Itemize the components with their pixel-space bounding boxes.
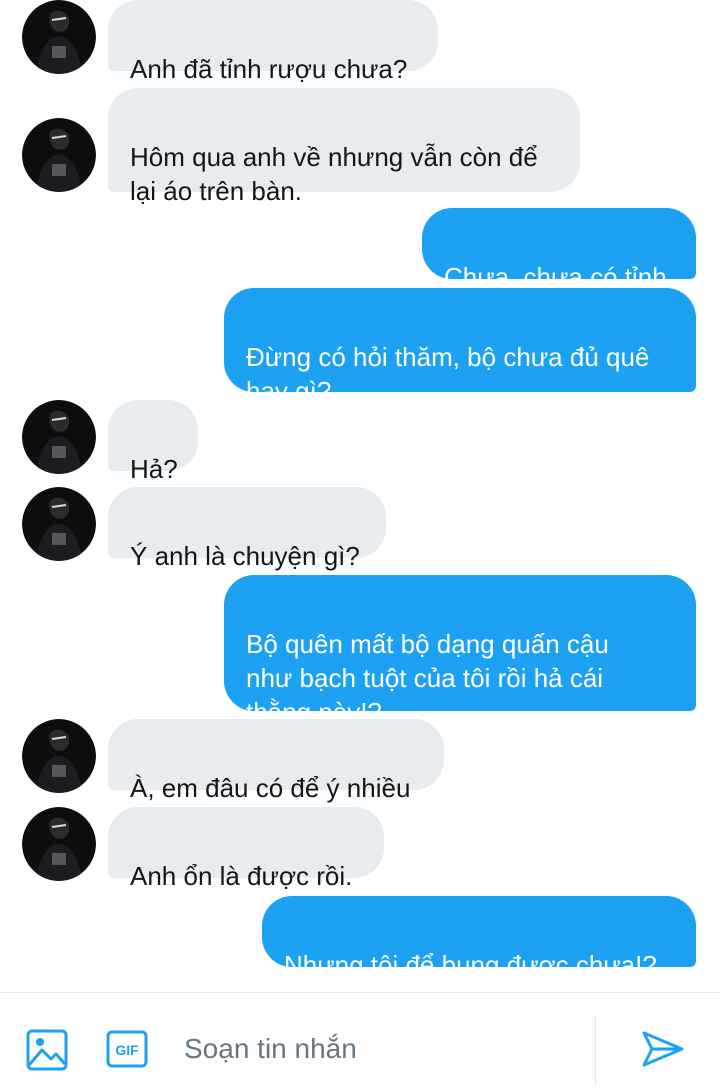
- message-text: Anh đã tỉnh rượu chưa?: [130, 54, 408, 84]
- send-icon[interactable]: [640, 1029, 686, 1069]
- message-text: Hả?: [130, 454, 178, 484]
- message-text: Bộ quên mất bộ dạng quấn cậu như bạch tu…: [246, 629, 609, 727]
- message-bubble-outgoing[interactable]: Chưa, chưa có tỉnh: [422, 208, 696, 292]
- message-bubble-incoming[interactable]: Hôm qua anh về nhưng vẫn còn để lại áo t…: [108, 88, 580, 206]
- message-bubble-outgoing[interactable]: Nhưng tôi để bụng được chưa!?: [262, 896, 696, 980]
- image-icon[interactable]: [26, 1029, 68, 1071]
- message-text: Anh ổn là được rồi.: [130, 861, 353, 891]
- message-composer: GIF: [0, 992, 720, 1090]
- message-bubble-incoming[interactable]: Anh ổn là được rồi.: [108, 807, 384, 891]
- message-bubble-incoming[interactable]: Anh đã tỉnh rượu chưa?: [108, 0, 438, 84]
- message-text: Ý anh là chuyện gì?: [130, 541, 360, 571]
- gif-icon[interactable]: GIF: [106, 1030, 148, 1068]
- message-text: Hôm qua anh về nhưng vẫn còn để lại áo t…: [130, 142, 538, 206]
- gif-label: GIF: [115, 1042, 139, 1058]
- message-bubble-incoming[interactable]: Ý anh là chuyện gì?: [108, 487, 386, 571]
- avatar[interactable]: [22, 118, 96, 192]
- message-text: Đừng có hỏi thăm, bộ chưa đủ quê hay gì?: [246, 342, 650, 406]
- avatar[interactable]: [22, 487, 96, 561]
- message-bubble-outgoing[interactable]: Đừng có hỏi thăm, bộ chưa đủ quê hay gì?: [224, 288, 696, 406]
- composer-divider: [595, 1015, 596, 1085]
- message-input[interactable]: [184, 1029, 574, 1069]
- avatar[interactable]: [22, 719, 96, 793]
- message-text: Nhưng tôi để bụng được chưa!?: [284, 950, 657, 980]
- message-bubble-incoming[interactable]: À, em đâu có để ý nhiều: [108, 719, 444, 803]
- message-bubble-outgoing[interactable]: Bộ quên mất bộ dạng quấn cậu như bạch tu…: [224, 575, 696, 727]
- avatar[interactable]: [22, 807, 96, 881]
- avatar[interactable]: [22, 400, 96, 474]
- dm-conversation-screen: Anh đã tỉnh rượu chưa? Hôm qua anh về nh…: [0, 0, 720, 1090]
- message-bubble-incoming[interactable]: Hả?: [108, 400, 198, 484]
- avatar[interactable]: [22, 0, 96, 74]
- message-text: À, em đâu có để ý nhiều: [130, 773, 411, 803]
